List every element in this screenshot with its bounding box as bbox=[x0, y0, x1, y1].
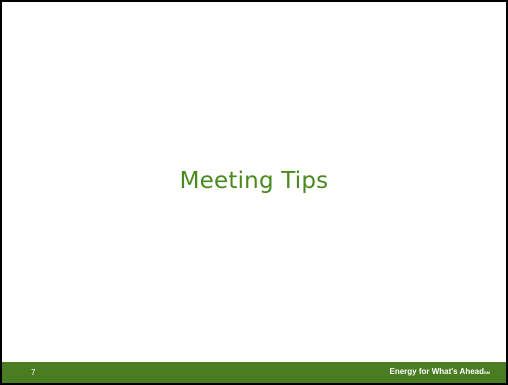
slide-frame: Meeting Tips 7 Energy for What's AheadSM bbox=[0, 0, 508, 385]
trademark-mark: SM bbox=[484, 370, 490, 375]
tagline: Energy for What's AheadSM bbox=[389, 367, 490, 377]
footer-bar: 7 Energy for What's AheadSM bbox=[2, 362, 506, 383]
page-number: 7 bbox=[31, 368, 36, 377]
tagline-text: Energy for What's Ahead bbox=[389, 367, 484, 376]
slide-title: Meeting Tips bbox=[179, 168, 329, 194]
